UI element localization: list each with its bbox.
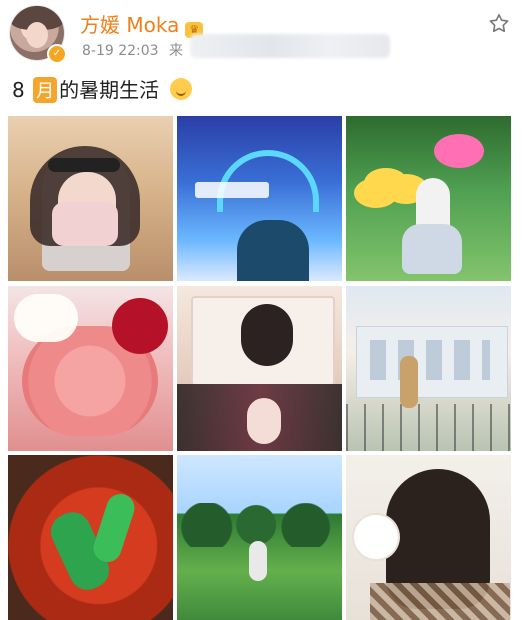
photo-person	[237, 220, 309, 281]
image-tile-4[interactable]	[8, 286, 173, 451]
photo-giraffe	[400, 356, 418, 408]
photo-windows	[370, 340, 490, 380]
month-badge: 月	[33, 77, 58, 103]
post-content: 8 月的暑期生活	[12, 74, 193, 103]
photo-banner	[195, 182, 269, 198]
image-tile-8[interactable]	[177, 455, 342, 620]
post-source-prefix: 来	[169, 43, 184, 59]
photo-mask	[52, 202, 118, 246]
photo-fence	[346, 404, 511, 451]
photo-flower-pink	[434, 134, 484, 168]
username[interactable]: 方媛 Moka ♛	[80, 9, 204, 38]
photo-people	[249, 541, 267, 581]
image-tile-5[interactable]	[177, 286, 342, 451]
image-tile-9[interactable]	[346, 455, 511, 620]
image-tile-6[interactable]	[346, 286, 511, 451]
photo-pepper-2	[89, 490, 139, 566]
post-time: 8-19 22:03	[82, 43, 159, 59]
image-grid	[8, 116, 511, 620]
image-tile-7[interactable]	[8, 455, 173, 620]
photo-person-bottom	[247, 398, 281, 444]
image-tile-1[interactable]	[8, 116, 173, 281]
photo-glasses	[48, 158, 120, 172]
photo-white-flowers	[14, 294, 78, 342]
avatar-face	[26, 22, 48, 48]
photo-kids	[402, 224, 462, 274]
photo-red-flowers	[112, 298, 168, 354]
photo-flower	[364, 168, 408, 198]
smile-emoji-icon	[170, 78, 193, 100]
username-text[interactable]: 方媛 Moka	[80, 13, 179, 37]
photo-person-top	[241, 304, 293, 366]
post-meta: 8-19 22:03 来	[82, 40, 183, 60]
photo-clothes	[370, 583, 510, 620]
image-tile-3[interactable]	[346, 116, 511, 281]
blurred-source	[190, 34, 390, 58]
post-text: 的暑期生活	[59, 78, 160, 102]
image-tile-2[interactable]	[177, 116, 342, 281]
photo-arch	[217, 150, 319, 212]
photo-flower-bouquet	[354, 515, 398, 559]
verified-badge-icon: ✓	[47, 44, 67, 64]
star-icon[interactable]	[487, 12, 511, 36]
month-number: 8	[12, 78, 25, 102]
